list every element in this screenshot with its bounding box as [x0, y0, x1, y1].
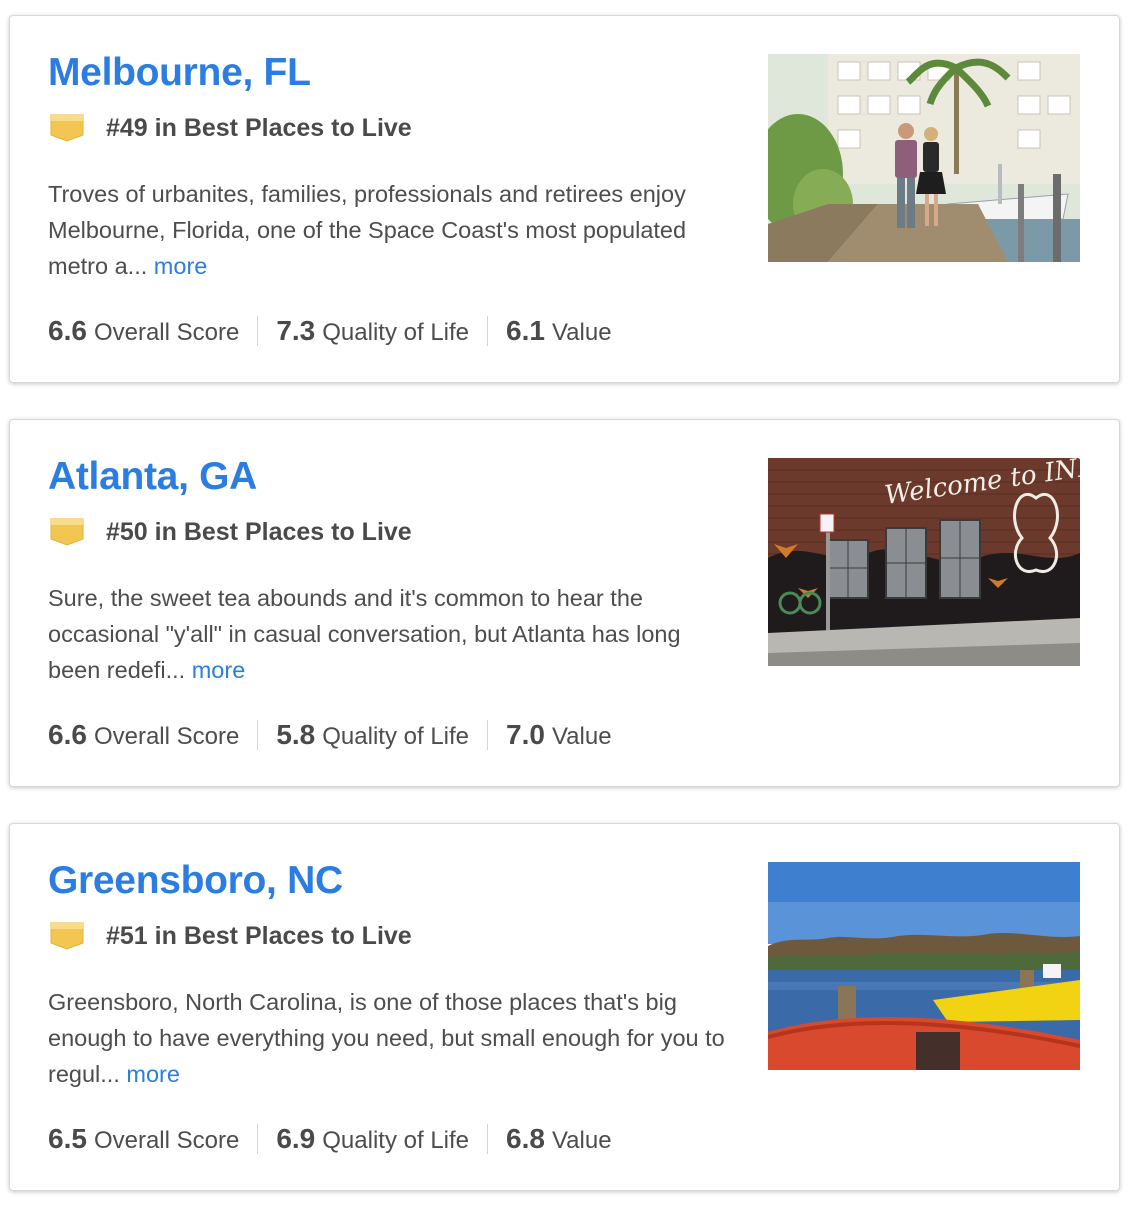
city-photo-melbourne[interactable] — [768, 54, 1080, 262]
overall-score: 6.5 Overall Score — [48, 1123, 239, 1155]
quality-of-life-score: 5.8 Quality of Life — [276, 719, 469, 751]
score-label: Overall Score — [93, 723, 240, 750]
score-divider — [487, 316, 489, 346]
ranking-badge-icon — [50, 517, 84, 547]
score-divider — [257, 316, 259, 346]
score-label: Value — [551, 723, 612, 750]
overall-score: 6.6 Overall Score — [48, 719, 239, 751]
listing-card-greensboro: Greensboro, NC #51 in Best Places to Liv… — [9, 823, 1120, 1191]
score-label: Quality of Life — [322, 319, 470, 346]
city-title-link[interactable]: Melbourne, FL — [48, 50, 311, 96]
score-divider — [257, 1124, 259, 1154]
city-photo-greensboro[interactable] — [768, 862, 1080, 1070]
rank-text: #51 in Best Places to Live — [106, 921, 412, 950]
quality-of-life-score: 7.3 Quality of Life — [276, 315, 469, 347]
score-value: 6.9 — [276, 1123, 316, 1154]
score-value: 6.6 — [48, 719, 87, 750]
description-text: Troves of urbanites, families, professio… — [48, 181, 687, 279]
score-label: Quality of Life — [322, 723, 470, 750]
score-label: Value — [551, 319, 612, 346]
rank-row: #50 in Best Places to Live — [50, 516, 412, 548]
more-link[interactable]: more — [154, 253, 208, 279]
value-score: 6.1 Value — [506, 315, 612, 347]
rank-text: #50 in Best Places to Live — [106, 517, 412, 546]
score-value: 7.0 — [506, 719, 545, 750]
score-divider — [487, 1124, 489, 1154]
score-value: 6.8 — [506, 1123, 545, 1154]
rank-row: #49 in Best Places to Live — [50, 112, 412, 144]
overall-score: 6.6 Overall Score — [48, 315, 239, 347]
score-value: 6.5 — [48, 1123, 87, 1154]
ranking-badge-icon — [50, 921, 84, 951]
score-value: 7.3 — [276, 315, 316, 346]
listing-card-melbourne: Melbourne, FL #49 in Best Places to Live… — [9, 15, 1120, 383]
ranking-badge-icon — [50, 113, 84, 143]
value-score: 6.8 Value — [506, 1123, 612, 1155]
city-description: Sure, the sweet tea abounds and it's com… — [48, 580, 728, 688]
score-label: Overall Score — [93, 1127, 240, 1154]
scores-row: 6.6 Overall Score 5.8 Quality of Life 7.… — [48, 715, 612, 755]
city-title-link[interactable]: Atlanta, GA — [48, 454, 257, 500]
city-photo-atlanta[interactable]: Welcome to INMANPARK — [768, 458, 1080, 666]
quality-of-life-score: 6.9 Quality of Life — [276, 1123, 469, 1155]
score-label: Value — [551, 1127, 612, 1154]
city-description: Greensboro, North Carolina, is one of th… — [48, 984, 728, 1092]
more-link[interactable]: more — [126, 1061, 180, 1087]
score-value: 6.1 — [506, 315, 545, 346]
description-text: Sure, the sweet tea abounds and it's com… — [48, 585, 681, 683]
score-label: Overall Score — [93, 319, 240, 346]
score-divider — [257, 720, 259, 750]
city-title-link[interactable]: Greensboro, NC — [48, 858, 343, 904]
scores-row: 6.6 Overall Score 7.3 Quality of Life 6.… — [48, 311, 612, 351]
score-label: Quality of Life — [322, 1127, 470, 1154]
rank-row: #51 in Best Places to Live — [50, 920, 412, 952]
scores-row: 6.5 Overall Score 6.9 Quality of Life 6.… — [48, 1119, 612, 1159]
city-description: Troves of urbanites, families, professio… — [48, 176, 728, 284]
more-link[interactable]: more — [192, 657, 246, 683]
score-value: 5.8 — [276, 719, 316, 750]
value-score: 7.0 Value — [506, 719, 612, 751]
rank-text: #49 in Best Places to Live — [106, 113, 412, 142]
score-value: 6.6 — [48, 315, 87, 346]
score-divider — [487, 720, 489, 750]
listing-card-atlanta: Atlanta, GA #50 in Best Places to Live S… — [9, 419, 1120, 787]
